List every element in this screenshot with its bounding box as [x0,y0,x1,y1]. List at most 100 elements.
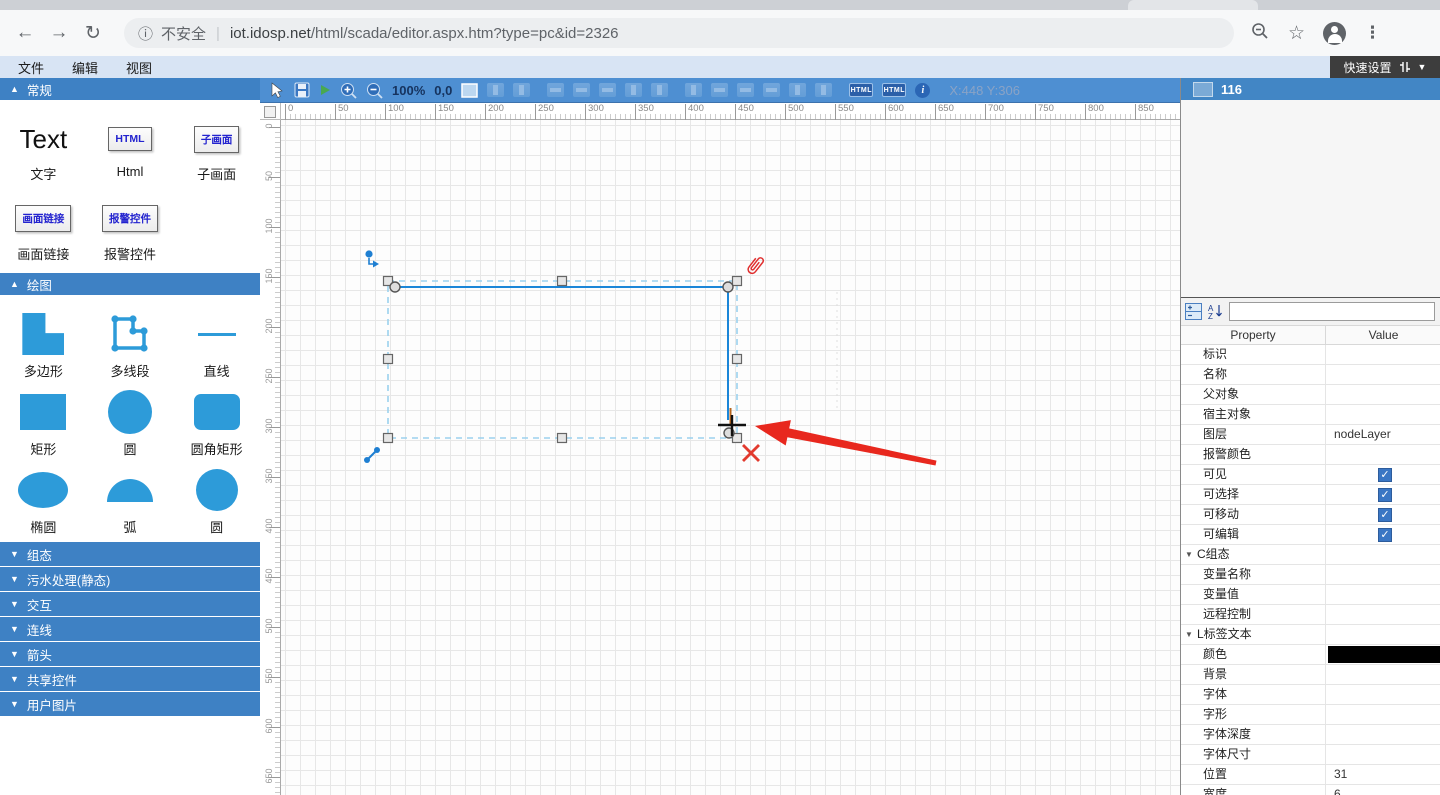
ungroup-icon[interactable] [513,83,531,97]
html-export-icon[interactable]: HTML [849,83,874,97]
bookmark-star-icon[interactable]: ☆ [1288,22,1305,45]
property-value[interactable] [1326,445,1440,464]
property-value[interactable] [1326,605,1440,624]
property-value[interactable] [1326,625,1440,644]
align-middle-icon[interactable] [573,83,591,97]
checkbox-checked-icon[interactable]: ✓ [1378,527,1392,542]
shape-tool-rounded-rect[interactable]: 圆角矩形 [173,385,260,463]
property-row[interactable]: 字体深度 [1181,725,1440,745]
property-value[interactable] [1326,645,1440,664]
section-污水处理(静态)[interactable]: ▼ 污水处理(静态) [0,567,260,591]
shape-tool-line[interactable]: 直线 [173,307,260,385]
property-value[interactable] [1326,545,1440,564]
tool-button[interactable]: 画面链接 [15,194,72,244]
back-icon[interactable]: ← [8,22,42,44]
property-value[interactable] [1326,585,1440,604]
align-top-icon[interactable] [547,83,565,97]
property-value[interactable]: ✓ [1326,465,1440,484]
bring-front-icon[interactable] [789,83,807,97]
property-value[interactable]: 31 [1326,765,1440,784]
arc-icon[interactable] [106,463,153,517]
address-bar[interactable]: ⓘ 不安全 | iot.idosp.net/html/scada/editor.… [124,18,1234,48]
property-value[interactable]: ✓ [1326,505,1440,524]
menu-item-3[interactable]: 视图 [126,58,152,77]
section-交互[interactable]: ▼ 交互 [0,592,260,616]
property-row[interactable]: 报警颜色 [1181,445,1440,465]
section-general[interactable]: ▲ 常规 [0,78,260,100]
group-icon[interactable] [487,83,505,97]
property-value[interactable] [1326,665,1440,684]
shape-tool-circle2[interactable]: 圆 [173,463,260,541]
property-filter-input[interactable] [1229,302,1435,321]
tool-button[interactable]: 子画面 [193,114,240,164]
align-right-icon[interactable] [685,83,703,97]
menu-item-1[interactable]: 文件 [18,58,44,77]
distribute-h-icon[interactable] [711,83,729,97]
browser-tab[interactable] [1128,0,1258,10]
circle2-icon[interactable] [195,463,238,517]
browser-menu-icon[interactable]: ⋮ [1364,23,1381,43]
align-bottom-icon[interactable] [599,83,617,97]
node-tree-area[interactable] [1181,100,1440,298]
rounded-rect-icon[interactable] [193,385,240,439]
property-value[interactable]: ✓ [1326,525,1440,544]
checkbox-checked-icon[interactable]: ✓ [1378,467,1392,482]
save-icon[interactable] [294,82,310,98]
property-row[interactable]: 标识 [1181,345,1440,365]
property-row[interactable]: 可选择 ✓ [1181,485,1440,505]
tool-文字[interactable]: Text 文字 [0,114,87,194]
reload-icon[interactable]: ↻ [76,22,110,45]
polyline-shape[interactable] [397,286,729,420]
circle-icon[interactable] [107,385,152,439]
property-row[interactable]: 图层 nodeLayer [1181,425,1440,445]
selected-node-header[interactable]: 116 [1181,78,1440,100]
align-left-icon[interactable] [625,83,643,97]
color-swatch[interactable] [1328,646,1440,663]
tool-display[interactable]: Text [19,124,67,155]
info-icon[interactable]: i [915,82,931,98]
property-value[interactable] [1326,405,1440,424]
shape-tool-arc[interactable]: 弧 [87,463,174,541]
tool-display[interactable]: 子画面 [193,125,240,153]
tool-display[interactable]: HTML [108,127,152,151]
pointer-tool-icon[interactable] [270,81,285,99]
property-value[interactable]: ✓ [1326,485,1440,504]
layer-box-icon[interactable] [461,82,479,98]
property-group-row[interactable]: ▼ L标签文本 [1181,625,1440,645]
html-preview-icon[interactable]: HTML [882,83,907,97]
section-共享控件[interactable]: ▼ 共享控件 [0,667,260,691]
tool-button[interactable]: 报警控件 [101,194,158,244]
property-row[interactable]: 可编辑 ✓ [1181,525,1440,545]
property-row[interactable]: 名称 [1181,365,1440,385]
property-group-row[interactable]: ▼ C组态 [1181,545,1440,565]
shape-tool-polyline[interactable]: 多线段 [87,307,174,385]
property-value[interactable]: nodeLayer [1326,425,1440,444]
text-tool-icon[interactable]: Text [19,114,67,164]
property-value[interactable] [1326,745,1440,764]
distribute-v-icon[interactable] [737,83,755,97]
property-value[interactable]: 6 [1326,785,1440,795]
selection-handles[interactable] [382,275,743,444]
property-row[interactable]: 颜色 [1181,645,1440,665]
polyline-icon[interactable] [108,307,152,361]
align-center-icon[interactable] [651,83,669,97]
group-collapse-icon[interactable]: ▼ [1185,545,1193,564]
checkbox-checked-icon[interactable]: ✓ [1378,487,1392,502]
shape-tool-circle[interactable]: 圆 [87,385,174,463]
zoom-in-icon[interactable] [340,82,357,99]
zoom-out-page-icon[interactable] [1250,21,1270,46]
property-row[interactable]: 父对象 [1181,385,1440,405]
design-canvas[interactable] [281,120,1180,795]
send-back-icon[interactable] [815,83,833,97]
property-row[interactable]: 位置 31 [1181,765,1440,785]
tool-画面链接[interactable]: 画面链接 画面链接 [0,194,87,274]
alphabetical-sort-icon[interactable]: AZ [1207,303,1224,320]
same-size-icon[interactable] [763,83,781,97]
property-row[interactable]: 字体尺寸 [1181,745,1440,765]
tool-display[interactable]: 报警控件 [101,205,158,232]
polygon-icon[interactable] [22,307,65,361]
shape-tool-rect[interactable]: 矩形 [0,385,87,463]
tool-Html[interactable]: HTML Html [87,114,174,194]
checkbox-checked-icon[interactable]: ✓ [1378,507,1392,522]
property-row[interactable]: 宽度 6 [1181,785,1440,795]
